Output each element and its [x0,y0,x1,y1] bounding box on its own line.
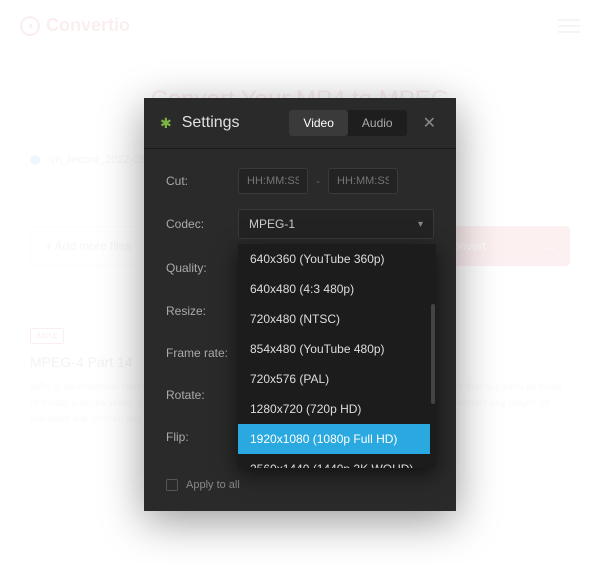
cut-from-input[interactable] [238,168,308,194]
tab-audio[interactable]: Audio [348,110,407,136]
label-flip: Flip: [166,430,238,444]
resize-option[interactable]: 640x360 (YouTube 360p) [238,244,430,274]
label-quality: Quality: [166,261,238,275]
scrollbar-thumb[interactable] [431,304,435,404]
resize-option[interactable]: 854x480 (YouTube 480p) [238,334,430,364]
tab-video[interactable]: Video [289,110,347,136]
row-codec: Codec: MPEG-1 ▾ [166,209,434,239]
chevron-down-icon: ▾ [418,219,423,230]
label-cut: Cut: [166,174,238,188]
resize-dropdown: 640x360 (YouTube 360p)640x480 (4:3 480p)… [238,244,436,468]
dash-separator: - [316,174,320,188]
apply-all-label: Apply to all [186,479,240,491]
resize-option-list: 640x360 (YouTube 360p)640x480 (4:3 480p)… [238,244,430,468]
codec-value: MPEG-1 [249,217,295,231]
gear-icon: ✱ [160,115,172,132]
apply-row: Apply to all [144,469,456,511]
apply-all-checkbox[interactable] [166,479,178,491]
modal-header: ✱ Settings Video Audio ✕ [144,98,456,149]
cut-to-input[interactable] [328,168,398,194]
resize-option[interactable]: 1920x1080 (1080p Full HD) [238,424,430,454]
resize-option[interactable]: 2560x1440 (1440p 2K WQHD) [238,454,430,468]
label-frame-rate: Frame rate: [166,346,238,360]
resize-option[interactable]: 720x576 (PAL) [238,364,430,394]
resize-option[interactable]: 1280x720 (720p HD) [238,394,430,424]
label-resize: Resize: [166,304,238,318]
settings-tabs: Video Audio [289,110,406,136]
modal-title: Settings [182,114,290,132]
close-icon[interactable]: ✕ [419,113,440,133]
resize-option[interactable]: 640x480 (4:3 480p) [238,274,430,304]
label-rotate: Rotate: [166,388,238,402]
resize-option[interactable]: 720x480 (NTSC) [238,304,430,334]
label-codec: Codec: [166,217,238,231]
row-cut: Cut: - [166,167,434,195]
codec-select[interactable]: MPEG-1 ▾ [238,209,434,239]
dropdown-scrollbar[interactable] [430,244,436,468]
